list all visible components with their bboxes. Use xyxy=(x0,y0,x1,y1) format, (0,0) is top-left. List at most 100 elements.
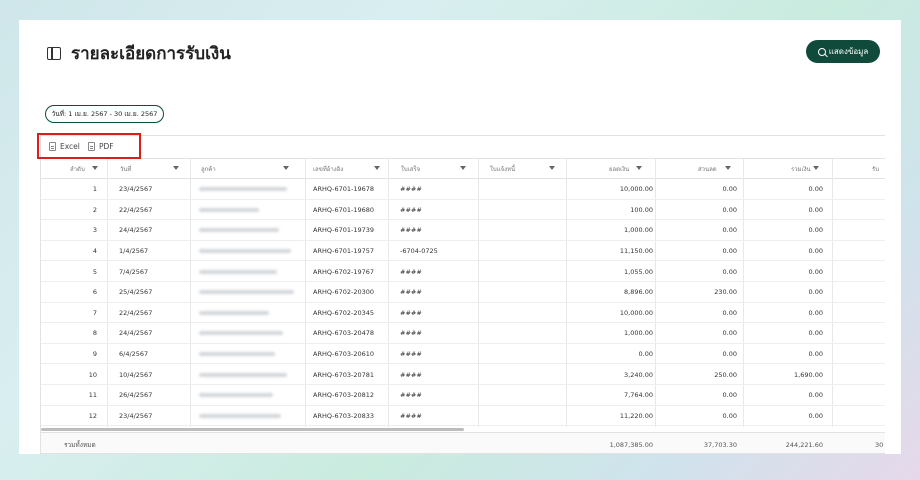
cell-total: 0.00 xyxy=(808,226,823,235)
cell-ref: ARHQ-6702-20300 xyxy=(313,288,375,297)
col-header-date[interactable]: วันที่ xyxy=(120,159,179,179)
cell-date: 1/4/2567 xyxy=(119,247,149,256)
cell-ref: ARHQ-6703-20812 xyxy=(313,391,375,400)
cell-discount: 250.00 xyxy=(714,370,737,379)
cell-date: 25/4/2567 xyxy=(119,288,153,297)
table-row[interactable]: 4 1/4/2567 ARHQ-6701-19757 -6704-0725 11,150… xyxy=(41,241,885,262)
cell-amount: 11,150.00 xyxy=(619,247,653,256)
show-data-button[interactable]: แสดงข้อมูล xyxy=(806,40,880,63)
cell-no: 12 xyxy=(88,411,97,420)
cell-total: 0.00 xyxy=(808,391,823,400)
filter-arrow-icon[interactable] xyxy=(549,166,555,170)
cell-total: 0.00 xyxy=(808,205,823,214)
cell-customer xyxy=(199,282,294,303)
col-header-total[interactable]: รวมเงิน xyxy=(791,159,819,179)
col-header-amount[interactable]: ยอดเงิน xyxy=(609,159,642,179)
cell-date: 26/4/2567 xyxy=(119,391,153,400)
table-row[interactable]: 10 10/4/2567 ARHQ-6703-20781 #### 3,240.00 25… xyxy=(41,364,885,385)
cell-discount: 0.00 xyxy=(722,226,737,235)
filter-arrow-icon[interactable] xyxy=(374,166,380,170)
cell-receipt: #### xyxy=(400,267,422,276)
horizontal-scrollbar[interactable] xyxy=(41,428,464,431)
filter-arrow-icon[interactable] xyxy=(725,166,731,170)
cell-date: 22/4/2567 xyxy=(119,308,153,317)
table-row[interactable]: 7 22/4/2567 ARHQ-6702-20345 #### 10,000.00 0.… xyxy=(41,303,885,324)
cell-date: 23/4/2567 xyxy=(119,185,153,194)
col-header-discount[interactable]: ส่วนลด xyxy=(698,159,731,179)
cell-total: 0.00 xyxy=(808,411,823,420)
cell-customer xyxy=(199,364,287,385)
col-header-label: วันที่ xyxy=(120,166,132,173)
cell-amount: 100.00 xyxy=(630,205,653,214)
cell-no: 10 xyxy=(88,370,97,379)
table-row[interactable]: 9 6/4/2567 ARHQ-6703-20610 #### 0.00 0.00 0.00 xyxy=(41,344,885,365)
cell-ref: ARHQ-6703-20781 xyxy=(313,370,375,379)
blurred-customer-name xyxy=(199,228,279,233)
cell-customer xyxy=(199,323,283,344)
cell-discount: 0.00 xyxy=(722,391,737,400)
blurred-customer-name xyxy=(199,207,259,212)
cell-discount: 0.00 xyxy=(722,411,737,420)
cell-no: 7 xyxy=(92,308,97,317)
title-row: รายละเอียดการรับเงิน xyxy=(47,41,231,65)
table-row[interactable]: 2 22/4/2567 ARHQ-6701-19680 #### 100.00 0.00 0… xyxy=(41,200,885,221)
cell-ref: ARHQ-6701-19678 xyxy=(313,185,375,194)
cell-no: 9 xyxy=(92,350,97,359)
col-header-customer[interactable]: ลูกค้า xyxy=(201,159,289,179)
cell-discount: 0.00 xyxy=(722,350,737,359)
export-highlight-box xyxy=(37,133,141,159)
col-header-label: ลูกค้า xyxy=(201,166,216,173)
date-range-chip[interactable]: วันที่: 1 เม.ย. 2567 - 30 เม.ย. 2567 xyxy=(45,105,164,123)
filter-arrow-icon[interactable] xyxy=(460,166,466,170)
cell-total: 0.00 xyxy=(808,308,823,317)
blurred-customer-name xyxy=(199,352,275,357)
cell-receipt: #### xyxy=(400,226,422,235)
cell-amount: 1,000.00 xyxy=(624,226,653,235)
cell-ref: ARHQ-6701-19739 xyxy=(313,226,375,235)
cell-total: 0.00 xyxy=(808,185,823,194)
table-row[interactable]: 6 25/4/2567 ARHQ-6702-20300 #### 8,896.00 230… xyxy=(41,282,885,303)
grid-toolbar: Excel PDF xyxy=(41,136,885,159)
blurred-customer-name xyxy=(199,393,273,398)
col-header-label: ส่วนลด xyxy=(698,166,717,173)
filter-arrow-icon[interactable] xyxy=(173,166,179,170)
cell-receipt: #### xyxy=(400,205,422,214)
cell-no: 11 xyxy=(88,391,97,400)
col-header-receipt[interactable]: ใบเสร็จ xyxy=(401,159,466,179)
table-row[interactable]: 3 24/4/2567 ARHQ-6701-19739 #### 1,000.00 0.0… xyxy=(41,220,885,241)
cell-discount: 0.00 xyxy=(722,185,737,194)
footer-amount: 1,087,385.00 xyxy=(609,440,653,449)
blurred-customer-name xyxy=(199,413,281,418)
table-row[interactable]: 1 23/4/2567 ARHQ-6701-19678 #### 10,000.00 0.… xyxy=(41,179,885,200)
cell-total: 0.00 xyxy=(808,329,823,338)
cell-no: 5 xyxy=(92,267,97,276)
cell-total: 0.00 xyxy=(808,350,823,359)
cell-customer xyxy=(199,220,279,241)
filter-arrow-icon[interactable] xyxy=(92,166,98,170)
table-row[interactable]: 5 7/4/2567 ARHQ-6702-19767 #### 1,055.00 0.00… xyxy=(41,261,885,282)
col-header-label: ใบเสร็จ xyxy=(401,166,421,173)
cell-date: 23/4/2567 xyxy=(119,411,153,420)
table-row[interactable]: 11 26/4/2567 ARHQ-6703-20812 #### 7,764.00 0.… xyxy=(41,385,885,406)
blurred-customer-name xyxy=(199,290,294,295)
col-header-invoice[interactable]: ใบแจ้งหนี้ xyxy=(490,159,555,179)
cell-no: 4 xyxy=(92,247,97,256)
cell-discount: 0.00 xyxy=(722,247,737,256)
sidebar-toggle-icon[interactable] xyxy=(47,46,61,60)
cell-customer xyxy=(199,261,277,282)
cell-ref: ARHQ-6702-19767 xyxy=(313,267,375,276)
cell-amount: 10,000.00 xyxy=(619,185,653,194)
table-row[interactable]: 12 23/4/2567 ARHQ-6703-20833 #### 11,220.00 0… xyxy=(41,406,885,427)
cell-ref: ARHQ-6701-19680 xyxy=(313,205,375,214)
cell-customer xyxy=(199,200,259,221)
cell-amount: 1,000.00 xyxy=(624,329,653,338)
col-header-ref[interactable]: เลขที่อ้างอิง xyxy=(313,159,380,179)
col-header-received[interactable]: รับ xyxy=(872,159,879,179)
filter-arrow-icon[interactable] xyxy=(813,166,819,170)
table-row[interactable]: 8 24/4/2567 ARHQ-6703-20478 #### 1,000.00 0.0… xyxy=(41,323,885,344)
filter-arrow-icon[interactable] xyxy=(636,166,642,170)
cell-discount: 230.00 xyxy=(714,288,737,297)
footer-received: 30 xyxy=(875,440,884,449)
filter-arrow-icon[interactable] xyxy=(283,166,289,170)
col-header-no[interactable]: ลำดับ xyxy=(70,159,98,179)
